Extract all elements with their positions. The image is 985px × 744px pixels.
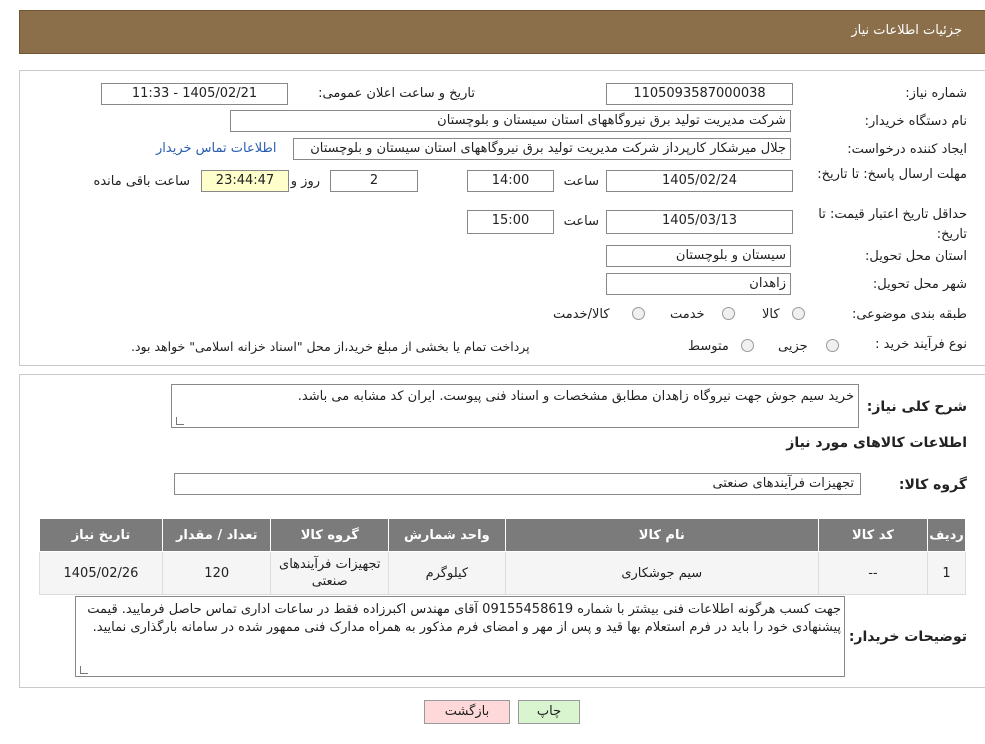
col-name-header: نام کالا [504,518,819,552]
resize-handle-icon[interactable] [80,666,88,674]
buyer-notes-text: جهت کسب هرگونه اطلاعات فنی بیشتر با شمار… [87,602,841,635]
need-number-label: شماره نیاز: [905,86,967,101]
validity-time-label: ساعت [563,214,599,229]
category-option-both: کالا/خدمت [553,307,610,322]
group-label: گروه کالا: [898,477,967,493]
group-field[interactable]: تجهیزات فرآیندهای صنعتی [174,473,861,495]
category-label: طبقه بندی موضوعی: [851,307,967,322]
process-note: پرداخت تمام یا بخشی از مبلغ خرید،از محل … [131,339,530,354]
category-option-service: خدمت [670,307,705,322]
col-date-header: تاریخ نیاز [39,518,163,552]
category-service-radio[interactable] [722,307,735,320]
requester-label: ایجاد کننده درخواست: [847,142,967,157]
goods-info-title: اطلاعات کالاهای مورد نیاز [786,435,967,451]
cell-group: تجهیزات فرآیندهای صنعتی [270,551,390,595]
deadline-time-field[interactable]: 14:00 [467,170,554,192]
remaining-label: ساعت باقی مانده [93,174,190,189]
process-option-medium: متوسط [688,339,729,354]
cell-unit: کیلوگرم [388,551,506,595]
col-group-header: گروه کالا [270,518,390,552]
page-header: جزئیات اطلاعات نیاز [19,10,985,54]
validity-date-field[interactable]: 1405/03/13 [606,210,793,234]
validity-label: حداقل تاریخ اعتبار قیمت: تا تاریخ: [818,207,967,242]
buyer-notes-label: توضیحات خریدار: [848,629,967,645]
validity-time-field[interactable]: 15:00 [467,210,554,234]
page-title: جزئیات اطلاعات نیاز [851,23,962,38]
category-option-goods: کالا [762,307,780,322]
deadline-date-field[interactable]: 1405/02/24 [606,170,793,192]
buyer-org-label: نام دستگاه خریدار: [864,114,967,129]
process-medium-radio[interactable] [741,339,754,352]
summary-text: خرید سیم جوش جهت نیروگاه زاهدان مطابق مش… [297,389,854,404]
category-goods-radio[interactable] [792,307,805,320]
process-option-minor: جزیی [778,339,808,354]
summary-textarea[interactable]: خرید سیم جوش جهت نیروگاه زاهدان مطابق مش… [171,384,859,428]
process-minor-radio[interactable] [826,339,839,352]
cell-date: 1405/02/26 [39,551,163,595]
deadline-label: مهلت ارسال پاسخ: تا تاریخ: [817,167,967,182]
buyer-contact-link[interactable]: اطلاعات تماس خریدار [156,141,276,156]
process-label: نوع فرآیند خرید : [875,337,967,352]
announce-label: تاریخ و ساعت اعلان عمومی: [318,86,475,101]
col-row-header: ردیف [926,518,967,552]
city-label: شهر محل تحویل: [872,277,967,292]
remaining-time-field: 23:44:47 [201,170,289,192]
buyer-notes-textarea[interactable]: جهت کسب هرگونه اطلاعات فنی بیشتر با شمار… [75,596,845,677]
days-label: روز و [290,174,320,189]
col-code-header: کد کالا [817,518,928,552]
requester-field[interactable]: جلال میرشکار کارپرداز شرکت مدیریت تولید … [293,138,791,160]
province-label: استان محل تحویل: [865,249,967,264]
buyer-org-field[interactable]: شرکت مدیریت تولید برق نیروگاههای استان س… [230,110,791,132]
deadline-time-label: ساعت [563,174,599,189]
city-field[interactable]: زاهدان [606,273,791,295]
need-number-field[interactable]: 1105093587000038 [606,83,793,105]
resize-handle-icon[interactable] [176,417,184,425]
summary-label: شرح کلی نیاز: [866,399,967,415]
cell-row: 1 [926,551,967,595]
print-button[interactable]: چاپ [518,700,580,724]
cell-name: سیم جوشکاری [504,551,819,595]
category-both-radio[interactable] [632,307,645,320]
cell-code: -- [817,551,928,595]
back-button[interactable]: بازگشت [424,700,510,724]
items-table: تاریخ نیاز تعداد / مقدار گروه کالا واحد … [39,518,967,595]
table-row[interactable]: 1405/02/26 120 تجهیزات فرآیندهای صنعتی ک… [39,551,967,595]
announce-field[interactable]: 1405/02/21 - 11:33 [101,83,288,105]
cell-qty: 120 [161,551,272,595]
col-unit-header: واحد شمارش [388,518,506,552]
province-field[interactable]: سیستان و بلوچستان [606,245,791,267]
col-qty-header: تعداد / مقدار [161,518,272,552]
days-field: 2 [330,170,418,192]
